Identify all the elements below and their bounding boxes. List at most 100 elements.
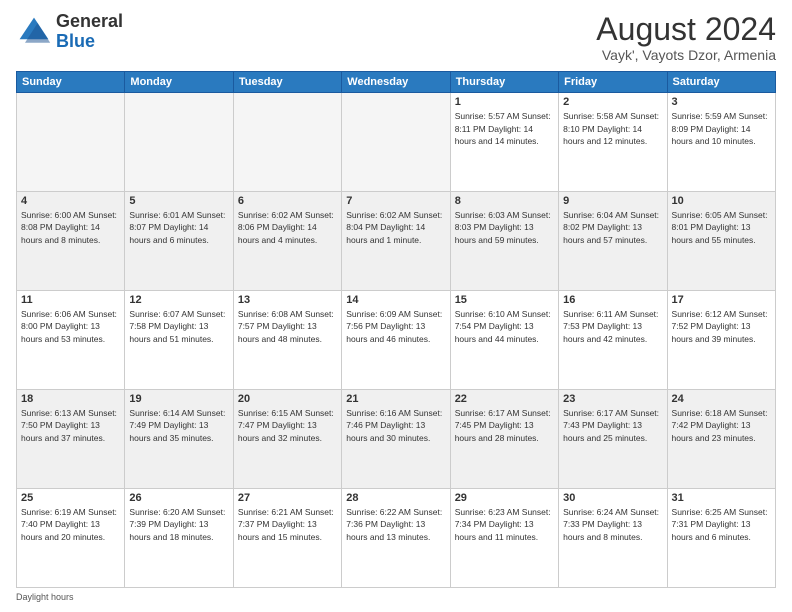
day-number: 15: [455, 294, 554, 306]
calendar-cell: 20Sunrise: 6:15 AM Sunset: 7:47 PM Dayli…: [233, 390, 341, 489]
day-info: Sunrise: 6:08 AM Sunset: 7:57 PM Dayligh…: [238, 308, 337, 345]
day-info: Sunrise: 6:17 AM Sunset: 7:43 PM Dayligh…: [563, 407, 662, 444]
calendar-header-monday: Monday: [125, 72, 233, 93]
day-info: Sunrise: 6:10 AM Sunset: 7:54 PM Dayligh…: [455, 308, 554, 345]
logo-general: General: [56, 11, 123, 31]
logo-blue: Blue: [56, 31, 95, 51]
day-number: 27: [238, 492, 337, 504]
day-number: 18: [21, 393, 120, 405]
day-number: 25: [21, 492, 120, 504]
calendar-table: SundayMondayTuesdayWednesdayThursdayFrid…: [16, 71, 776, 588]
day-number: 10: [672, 195, 771, 207]
day-info: Sunrise: 6:02 AM Sunset: 8:04 PM Dayligh…: [346, 209, 445, 246]
page: General Blue August 2024 Vayk', Vayots D…: [0, 0, 792, 612]
month-year: August 2024: [596, 12, 776, 47]
day-number: 26: [129, 492, 228, 504]
title-block: August 2024 Vayk', Vayots Dzor, Armenia: [596, 12, 776, 63]
day-info: Sunrise: 6:16 AM Sunset: 7:46 PM Dayligh…: [346, 407, 445, 444]
day-number: 23: [563, 393, 662, 405]
calendar-week-3: 18Sunrise: 6:13 AM Sunset: 7:50 PM Dayli…: [17, 390, 776, 489]
calendar-header-saturday: Saturday: [667, 72, 775, 93]
calendar-cell: 4 Sunrise: 6:00 AM Sunset: 8:08 PM Daylig…: [17, 192, 125, 291]
day-info: Sunrise: 6:01 AM Sunset: 8:07 PM Dayligh…: [129, 209, 228, 246]
calendar-cell: 16 Sunrise: 6:11 AM Sunset: 7:53 PM Dayli…: [559, 291, 667, 390]
calendar-cell: 15 Sunrise: 6:10 AM Sunset: 7:54 PM Dayli…: [450, 291, 558, 390]
calendar-cell: 10 Sunrise: 6:05 AM Sunset: 8:01 PM Dayli…: [667, 192, 775, 291]
day-number: 12: [129, 294, 228, 306]
calendar-cell: 5 Sunrise: 6:01 AM Sunset: 8:07 PM Daylig…: [125, 192, 233, 291]
calendar-cell: 25 Sunrise: 6:19 AM Sunset: 7:40 PM Dayli…: [17, 489, 125, 588]
day-number: 21: [346, 393, 445, 405]
calendar-cell: 24 Sunrise: 6:18 AM Sunset: 7:42 PM Dayli…: [667, 390, 775, 489]
calendar-header-friday: Friday: [559, 72, 667, 93]
day-info: Sunrise: 6:20 AM Sunset: 7:39 PM Dayligh…: [129, 506, 228, 543]
day-number: 2: [563, 96, 662, 108]
calendar-cell: 30Sunrise: 6:24 AM Sunset: 7:33 PM Dayli…: [559, 489, 667, 588]
calendar-week-0: 1 Sunrise: 5:57 AM Sunset: 8:11 PM Daylig…: [17, 93, 776, 192]
calendar-header-wednesday: Wednesday: [342, 72, 450, 93]
day-info: Sunrise: 6:07 AM Sunset: 7:58 PM Dayligh…: [129, 308, 228, 345]
day-info: Sunrise: 6:04 AM Sunset: 8:02 PM Dayligh…: [563, 209, 662, 246]
day-number: 8: [455, 195, 554, 207]
calendar-cell: 11Sunrise: 6:06 AM Sunset: 8:00 PM Dayli…: [17, 291, 125, 390]
calendar-cell: 22Sunrise: 6:17 AM Sunset: 7:45 PM Dayli…: [450, 390, 558, 489]
day-number: 16: [563, 294, 662, 306]
day-number: 14: [346, 294, 445, 306]
calendar-cell: 18Sunrise: 6:13 AM Sunset: 7:50 PM Dayli…: [17, 390, 125, 489]
day-info: Sunrise: 6:18 AM Sunset: 7:42 PM Dayligh…: [672, 407, 771, 444]
calendar-cell: 2 Sunrise: 5:58 AM Sunset: 8:10 PM Daylig…: [559, 93, 667, 192]
day-info: Sunrise: 6:17 AM Sunset: 7:45 PM Dayligh…: [455, 407, 554, 444]
day-info: Sunrise: 6:00 AM Sunset: 8:08 PM Dayligh…: [21, 209, 120, 246]
calendar-cell: 1 Sunrise: 5:57 AM Sunset: 8:11 PM Daylig…: [450, 93, 558, 192]
day-info: Sunrise: 6:02 AM Sunset: 8:06 PM Dayligh…: [238, 209, 337, 246]
calendar-cell: 8 Sunrise: 6:03 AM Sunset: 8:03 PM Daylig…: [450, 192, 558, 291]
logo-text: General Blue: [56, 12, 123, 52]
calendar-cell: [342, 93, 450, 192]
calendar-header-tuesday: Tuesday: [233, 72, 341, 93]
calendar-cell: 3Sunrise: 5:59 AM Sunset: 8:09 PM Daylig…: [667, 93, 775, 192]
calendar-cell: 26 Sunrise: 6:20 AM Sunset: 7:39 PM Dayli…: [125, 489, 233, 588]
day-number: 24: [672, 393, 771, 405]
day-number: 28: [346, 492, 445, 504]
day-number: 11: [21, 294, 120, 306]
calendar-cell: 29Sunrise: 6:23 AM Sunset: 7:34 PM Dayli…: [450, 489, 558, 588]
calendar-cell: [17, 93, 125, 192]
location: Vayk', Vayots Dzor, Armenia: [596, 47, 776, 63]
calendar-cell: 19Sunrise: 6:14 AM Sunset: 7:49 PM Dayli…: [125, 390, 233, 489]
calendar-header-sunday: Sunday: [17, 72, 125, 93]
calendar-cell: 21 Sunrise: 6:16 AM Sunset: 7:46 PM Dayli…: [342, 390, 450, 489]
day-info: Sunrise: 6:09 AM Sunset: 7:56 PM Dayligh…: [346, 308, 445, 345]
calendar-cell: 31 Sunrise: 6:25 AM Sunset: 7:31 PM Dayli…: [667, 489, 775, 588]
day-number: 4: [21, 195, 120, 207]
day-info: Sunrise: 6:25 AM Sunset: 7:31 PM Dayligh…: [672, 506, 771, 543]
day-number: 29: [455, 492, 554, 504]
day-info: Sunrise: 6:05 AM Sunset: 8:01 PM Dayligh…: [672, 209, 771, 246]
day-info: Sunrise: 6:03 AM Sunset: 8:03 PM Dayligh…: [455, 209, 554, 246]
day-info: Sunrise: 6:21 AM Sunset: 7:37 PM Dayligh…: [238, 506, 337, 543]
day-info: Sunrise: 6:11 AM Sunset: 7:53 PM Dayligh…: [563, 308, 662, 345]
day-info: Sunrise: 5:58 AM Sunset: 8:10 PM Dayligh…: [563, 110, 662, 147]
day-number: 3: [672, 96, 771, 108]
day-number: 7: [346, 195, 445, 207]
calendar-cell: 14 Sunrise: 6:09 AM Sunset: 7:56 PM Dayli…: [342, 291, 450, 390]
calendar-cell: 23 Sunrise: 6:17 AM Sunset: 7:43 PM Dayli…: [559, 390, 667, 489]
day-number: 31: [672, 492, 771, 504]
calendar-cell: 27 Sunrise: 6:21 AM Sunset: 7:37 PM Dayli…: [233, 489, 341, 588]
day-number: 1: [455, 96, 554, 108]
day-number: 13: [238, 294, 337, 306]
day-number: 5: [129, 195, 228, 207]
footer-note: Daylight hours: [16, 592, 776, 602]
day-info: Sunrise: 6:19 AM Sunset: 7:40 PM Dayligh…: [21, 506, 120, 543]
day-info: Sunrise: 6:24 AM Sunset: 7:33 PM Dayligh…: [563, 506, 662, 543]
day-info: Sunrise: 6:22 AM Sunset: 7:36 PM Dayligh…: [346, 506, 445, 543]
logo-icon: [16, 14, 52, 50]
calendar-header-thursday: Thursday: [450, 72, 558, 93]
calendar-cell: 17Sunrise: 6:12 AM Sunset: 7:52 PM Dayli…: [667, 291, 775, 390]
calendar-cell: 13 Sunrise: 6:08 AM Sunset: 7:57 PM Dayli…: [233, 291, 341, 390]
calendar-cell: [125, 93, 233, 192]
day-number: 6: [238, 195, 337, 207]
day-number: 19: [129, 393, 228, 405]
calendar-week-2: 11Sunrise: 6:06 AM Sunset: 8:00 PM Dayli…: [17, 291, 776, 390]
day-info: Sunrise: 5:57 AM Sunset: 8:11 PM Dayligh…: [455, 110, 554, 147]
calendar-cell: 28 Sunrise: 6:22 AM Sunset: 7:36 PM Dayli…: [342, 489, 450, 588]
